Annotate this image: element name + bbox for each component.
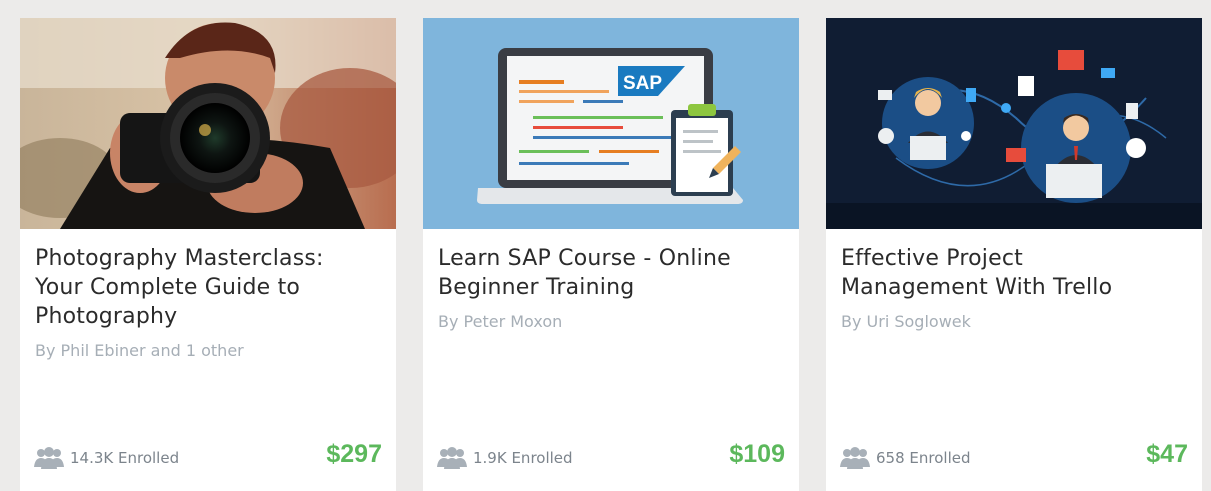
course-price: $47 [1146, 440, 1188, 468]
enrollment-label: 14.3K Enrolled [70, 449, 180, 467]
course-card-list: Photography Masterclass: Your Complete G… [0, 0, 1211, 491]
course-card[interactable]: Effective Project Management With Trello… [826, 18, 1202, 491]
course-author: By Uri Soglowek [841, 312, 971, 331]
course-author: By Phil Ebiner and 1 other [35, 341, 244, 360]
laptop-sap-clipboard-image: SAP [423, 18, 799, 229]
people-icon [34, 447, 64, 469]
enrollment-label: 658 Enrolled [876, 449, 971, 467]
course-title-line: Effective Project [841, 246, 1023, 271]
people-icon [840, 447, 870, 469]
course-title-line: Management With Trello [841, 275, 1113, 300]
course-title[interactable]: Learn SAP Course - Online Beginner Train… [438, 244, 788, 302]
enrollment-count: 1.9K Enrolled [437, 445, 573, 471]
course-title-line: Photography Masterclass: [35, 246, 324, 271]
course-price: $109 [729, 440, 785, 468]
course-title-line: Your Complete Guide to [35, 275, 301, 300]
sap-logo-text: SAP [623, 73, 662, 94]
course-title[interactable]: Effective Project Management With Trello [841, 244, 1191, 302]
course-thumbnail[interactable]: SAP [423, 18, 799, 229]
course-title-line: Beginner Training [438, 275, 635, 300]
course-card[interactable]: Photography Masterclass: Your Complete G… [20, 18, 396, 491]
people-icon [437, 447, 467, 469]
course-price: $297 [326, 440, 382, 468]
enrollment-count: 658 Enrolled [840, 445, 970, 471]
course-title-line: Learn SAP Course - Online [438, 246, 731, 271]
course-title[interactable]: Photography Masterclass: Your Complete G… [35, 244, 385, 331]
course-thumbnail[interactable] [20, 18, 396, 229]
team-network-illustration [826, 18, 1202, 229]
enrollment-label: 1.9K Enrolled [473, 449, 573, 467]
course-thumbnail[interactable] [826, 18, 1202, 229]
camera-photographer-image [20, 18, 396, 229]
enrollment-count: 14.3K Enrolled [34, 445, 179, 471]
course-title-line: Photography [35, 304, 178, 329]
course-author: By Peter Moxon [438, 312, 563, 331]
course-card[interactable]: SAP Learn SAP Course - Online Beginner T… [423, 18, 799, 491]
